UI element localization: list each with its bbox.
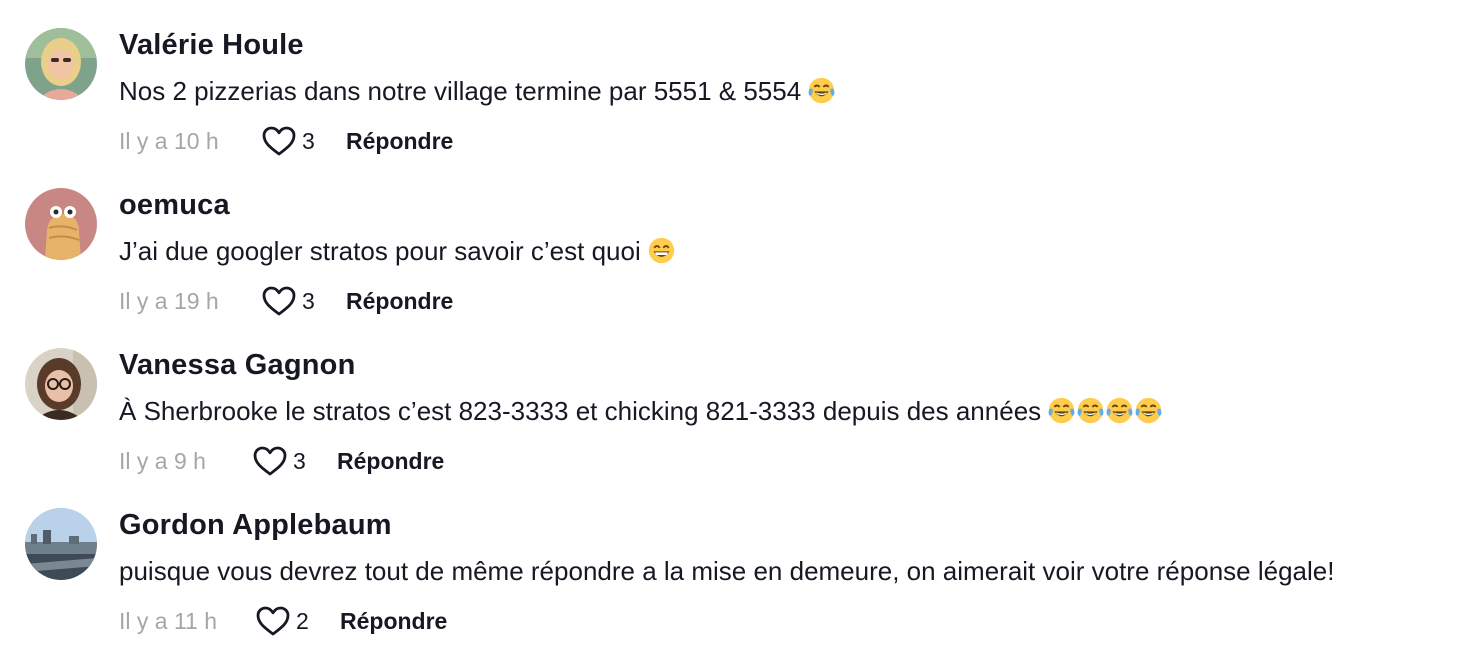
- like-count: 2: [296, 607, 309, 634]
- comment-item: Valérie Houle Nos 2 pizzerias dans notre…: [0, 0, 1478, 160]
- face-with-tears-of-joy-icon: [808, 77, 835, 104]
- reply-button[interactable]: Répondre: [346, 128, 453, 155]
- avatar-image: [25, 348, 97, 420]
- comment-list: Valérie Houle Nos 2 pizzerias dans notre…: [0, 0, 1478, 662]
- heart-outline-icon: [256, 606, 290, 636]
- heart-outline-icon: [262, 126, 296, 156]
- reply-button[interactable]: Répondre: [337, 448, 444, 475]
- comment-text-body: À Sherbrooke le stratos c’est 823-3333 e…: [119, 396, 1042, 426]
- avatar-image: [25, 28, 97, 100]
- comment-time: Il y a 19 h: [119, 287, 219, 314]
- comment-item: oemuca J’ai due googler stratos pour sav…: [0, 160, 1478, 320]
- comment-meta: Il y a 10 h 3 Répondre: [119, 125, 453, 157]
- avatar[interactable]: [25, 348, 97, 420]
- avatar[interactable]: [25, 188, 97, 260]
- comment-meta: Il y a 9 h 3 Répondre: [119, 445, 444, 477]
- comment-text-body: J’ai due googler stratos pour savoir c’e…: [119, 236, 641, 266]
- grinning-face-with-smiling-eyes-icon: [648, 237, 674, 264]
- comment-time: Il y a 10 h: [119, 127, 219, 154]
- avatar-image: [25, 508, 97, 580]
- face-with-tears-of-joy-icon: [1135, 397, 1162, 424]
- comment-time: Il y a 9 h: [119, 447, 206, 474]
- heart-outline-icon: [253, 446, 287, 476]
- comment-text: À Sherbrooke le stratos c’est 823-3333 e…: [119, 396, 1163, 427]
- like-count: 3: [302, 287, 315, 314]
- comment-text-body: puisque vous devrez tout de même répondr…: [119, 556, 1335, 586]
- face-with-tears-of-joy-icon: [1106, 397, 1133, 424]
- reply-button[interactable]: Répondre: [340, 608, 447, 635]
- comment-meta: Il y a 11 h 2 Répondre: [119, 605, 447, 637]
- comment-username[interactable]: Valérie Houle: [119, 29, 304, 62]
- like-button[interactable]: 3: [252, 445, 333, 477]
- comment-time: Il y a 11 h: [119, 607, 218, 634]
- avatar-image: [25, 188, 97, 260]
- like-button[interactable]: 3: [261, 285, 342, 317]
- reply-button[interactable]: Répondre: [346, 288, 453, 315]
- comment-username[interactable]: Vanessa Gagnon: [119, 349, 356, 382]
- comment-text: J’ai due googler stratos pour savoir c’e…: [119, 236, 676, 267]
- avatar[interactable]: [25, 28, 97, 100]
- face-with-tears-of-joy-icon: [1048, 397, 1075, 424]
- comment-text: puisque vous devrez tout de même répondr…: [119, 556, 1334, 587]
- like-button[interactable]: 2: [255, 605, 336, 637]
- heart-outline-icon: [262, 286, 296, 316]
- comment-username[interactable]: Gordon Applebaum: [119, 509, 392, 542]
- comment-username[interactable]: oemuca: [119, 189, 230, 222]
- comment-item: Gordon Applebaum puisque vous devrez tou…: [0, 480, 1478, 640]
- like-count: 3: [302, 127, 315, 154]
- comment-text-body: Nos 2 pizzerias dans notre village termi…: [119, 76, 802, 106]
- comment-meta: Il y a 19 h 3 Répondre: [119, 285, 453, 317]
- comment-text: Nos 2 pizzerias dans notre village termi…: [119, 76, 836, 107]
- like-button[interactable]: 3: [261, 125, 342, 157]
- face-with-tears-of-joy-icon: [1077, 397, 1104, 424]
- like-count: 3: [293, 447, 306, 474]
- comment-item: Vanessa Gagnon À Sherbrooke le stratos c…: [0, 320, 1478, 480]
- avatar[interactable]: [25, 508, 97, 580]
